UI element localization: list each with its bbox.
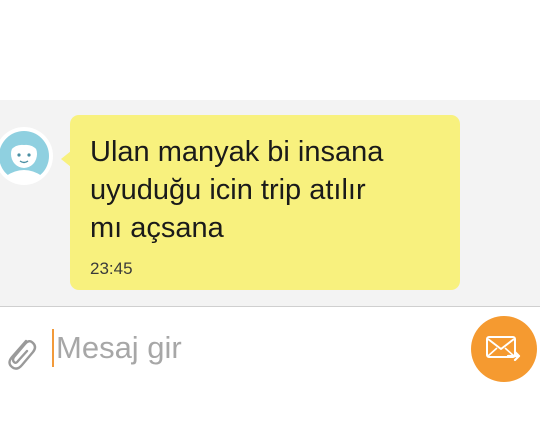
message-composer bbox=[0, 307, 540, 431]
envelope-send-icon bbox=[486, 336, 521, 362]
bubble-tail bbox=[61, 151, 71, 167]
incoming-message-bubble[interactable]: Ulan manyak bi insana uyuduğu icin trip … bbox=[61, 115, 460, 290]
contact-avatar-icon[interactable] bbox=[0, 126, 54, 186]
send-button[interactable] bbox=[471, 316, 537, 382]
text-cursor bbox=[52, 329, 54, 367]
paperclip-icon[interactable] bbox=[4, 333, 38, 373]
message-input[interactable] bbox=[50, 323, 450, 373]
top-blank-area bbox=[0, 0, 540, 100]
message-text: Ulan manyak bi insana uyuduğu icin trip … bbox=[90, 136, 384, 244]
message-timestamp: 23:45 bbox=[90, 259, 133, 278]
